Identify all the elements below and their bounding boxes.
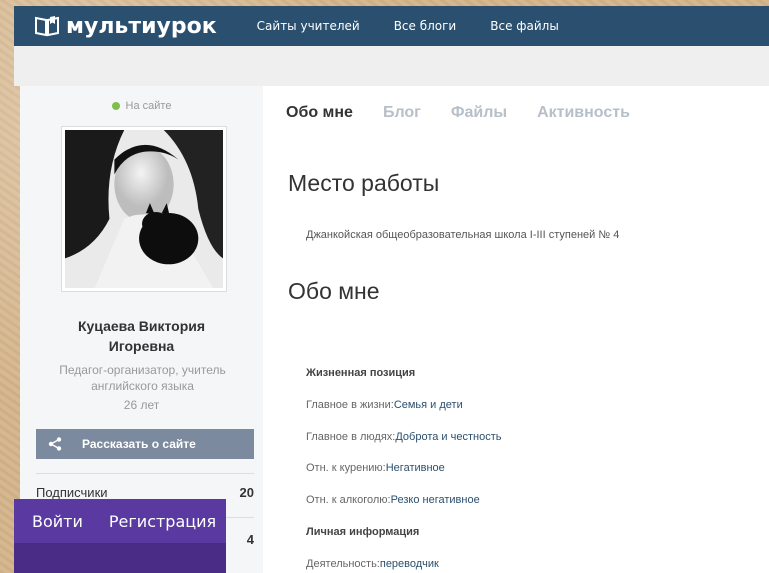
work-title: Место работы [288,170,440,196]
brand-logo[interactable]: мультиурок [34,14,217,39]
info-row: Главное в жизни:Семья и дети [306,399,463,411]
profile-role-line2: английского языка [91,379,194,393]
share-site-label: Рассказать о сайте [82,437,196,451]
row-smoking-value[interactable]: Негативное [386,462,445,474]
avatar-photo [65,130,223,288]
row-life-label: Главное в жизни: [306,399,394,411]
row-people-label: Главное в людях: [306,431,396,443]
auth-overlay: Войти Регистрация [14,499,226,573]
online-dot-icon [111,102,120,111]
personal-section-title: Личная информация [306,526,420,538]
row-life-value[interactable]: Семья и дети [394,399,463,411]
stat-subscribers-count: 20 [239,485,254,500]
row-alcohol-label: Отн. к алкоголю: [306,494,391,506]
main-nav: Сайты учителей Все блоги Все файлы [257,19,593,33]
stat-subscribers-label: Подписчики [36,485,108,500]
avatar[interactable] [61,126,227,292]
online-status-label: На сайте [125,100,172,112]
stat-second-count: 4 [246,532,254,547]
row-activity-label: Деятельность: [306,558,380,570]
online-status: На сайте [20,100,263,112]
work-value: Джанкойская общеобразовательная школа I-… [306,229,620,241]
row-activity-value[interactable]: переводчик [380,558,439,570]
stats-divider [36,473,254,474]
profile-age: 26 лет [123,398,160,412]
brand-name: мультиурок [66,13,217,39]
login-link[interactable]: Войти [32,512,83,531]
row-smoking-label: Отн. к курению: [306,462,386,474]
profile-tabs: Обо мне Блог Файлы Активность [286,104,660,122]
row-alcohol-value[interactable]: Резко негативное [391,494,480,506]
tab-activity[interactable]: Активность [537,104,630,122]
tab-about[interactable]: Обо мне [286,104,353,122]
subheader-bar [14,46,769,86]
profile-name: Куцаева Виктория Игоревна [20,316,263,356]
book-icon [35,16,59,37]
nav-teacher-sites[interactable]: Сайты учителей [257,19,360,33]
life-section-title: Жизненная позиция [306,367,416,379]
info-row: Отн. к курению:Негативное [306,462,445,474]
register-link[interactable]: Регистрация [109,512,216,531]
tab-blog[interactable]: Блог [383,104,421,122]
profile-name-line2: Игоревна [108,338,175,354]
nav-all-files[interactable]: Все файлы [490,19,559,33]
row-people-value[interactable]: Доброта и честность [395,431,501,443]
share-icon [48,437,62,451]
share-site-button[interactable]: Рассказать о сайте [36,429,254,459]
stat-subscribers[interactable]: Подписчики 20 [36,485,254,500]
info-row: Деятельность:переводчик [306,558,439,570]
info-row: Отн. к алкоголю:Резко негативное [306,494,480,506]
info-row: Главное в людях:Доброта и честность [306,431,501,443]
tab-files[interactable]: Файлы [451,104,507,122]
profile-name-line1: Куцаева Виктория [77,318,206,334]
top-navbar: мультиурок Сайты учителей Все блоги Все … [14,6,769,46]
about-title: Обо мне [288,278,380,304]
profile-role: Педагог-организатор, учитель английского… [30,362,255,394]
nav-all-blogs[interactable]: Все блоги [394,19,457,33]
profile-role-line1: Педагог-организатор, учитель [59,363,226,377]
